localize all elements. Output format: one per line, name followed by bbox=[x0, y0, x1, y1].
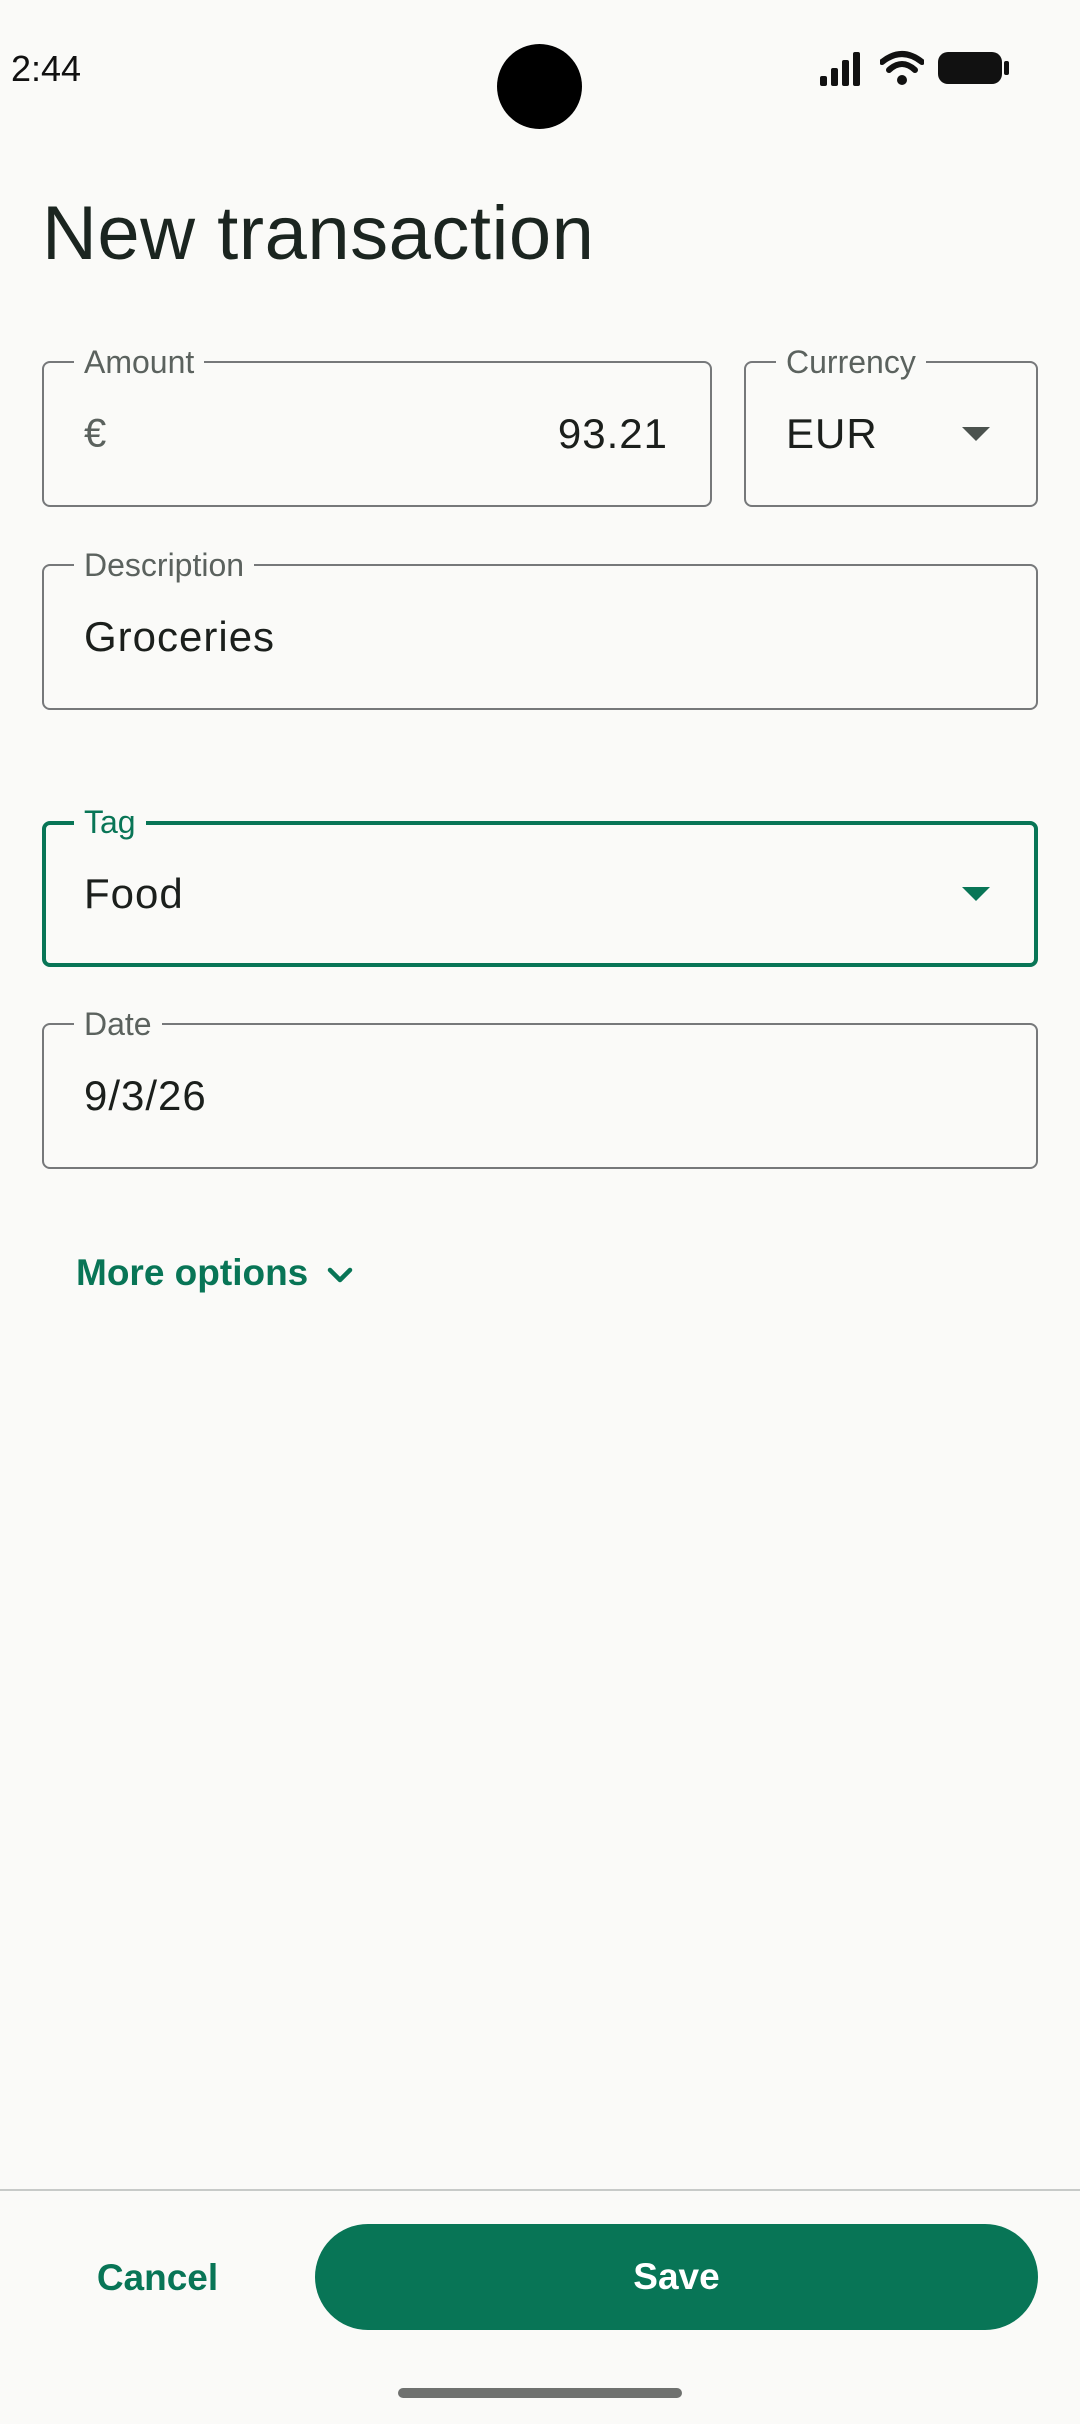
description-field[interactable]: Description Groceries bbox=[42, 549, 1038, 710]
battery-icon bbox=[938, 50, 1010, 91]
date-field[interactable]: Date 9/3/26 bbox=[42, 1008, 1038, 1169]
amount-field[interactable]: Amount € 93.21 bbox=[42, 346, 712, 507]
date-value: 9/3/26 bbox=[84, 1072, 207, 1119]
currency-select[interactable]: Currency EUR bbox=[744, 346, 1038, 507]
status-icons bbox=[818, 50, 1010, 90]
page-title: New transaction bbox=[42, 191, 595, 276]
dropdown-arrow-icon bbox=[962, 427, 990, 441]
bottom-divider bbox=[0, 2189, 1080, 2191]
save-button[interactable]: Save bbox=[315, 2224, 1038, 2330]
description-label: Description bbox=[74, 549, 255, 581]
amount-value: 93.21 bbox=[557, 410, 668, 457]
more-options-label: More options bbox=[76, 1252, 309, 1293]
status-time: 2:44 bbox=[11, 48, 82, 89]
more-options-button[interactable]: More options bbox=[76, 1252, 354, 1294]
amount-label: Amount bbox=[74, 346, 205, 378]
chevron-down-icon bbox=[326, 1252, 354, 1294]
status-bar: 2:44 bbox=[0, 0, 1080, 140]
tag-label: Tag bbox=[74, 806, 146, 838]
camera-cutout bbox=[497, 44, 582, 129]
tag-select[interactable]: Tag Food bbox=[42, 806, 1038, 967]
cancel-button[interactable]: Cancel bbox=[70, 2226, 245, 2330]
signal-icon bbox=[818, 50, 866, 91]
euro-icon: € bbox=[84, 411, 107, 456]
description-value: Groceries bbox=[84, 613, 276, 660]
currency-value: EUR bbox=[786, 410, 878, 457]
gesture-navigation-bar[interactable] bbox=[398, 2388, 682, 2398]
tag-value: Food bbox=[84, 870, 184, 917]
dropdown-arrow-icon bbox=[962, 887, 990, 901]
wifi-icon bbox=[879, 50, 925, 91]
currency-label: Currency bbox=[776, 346, 926, 378]
date-label: Date bbox=[74, 1008, 162, 1040]
